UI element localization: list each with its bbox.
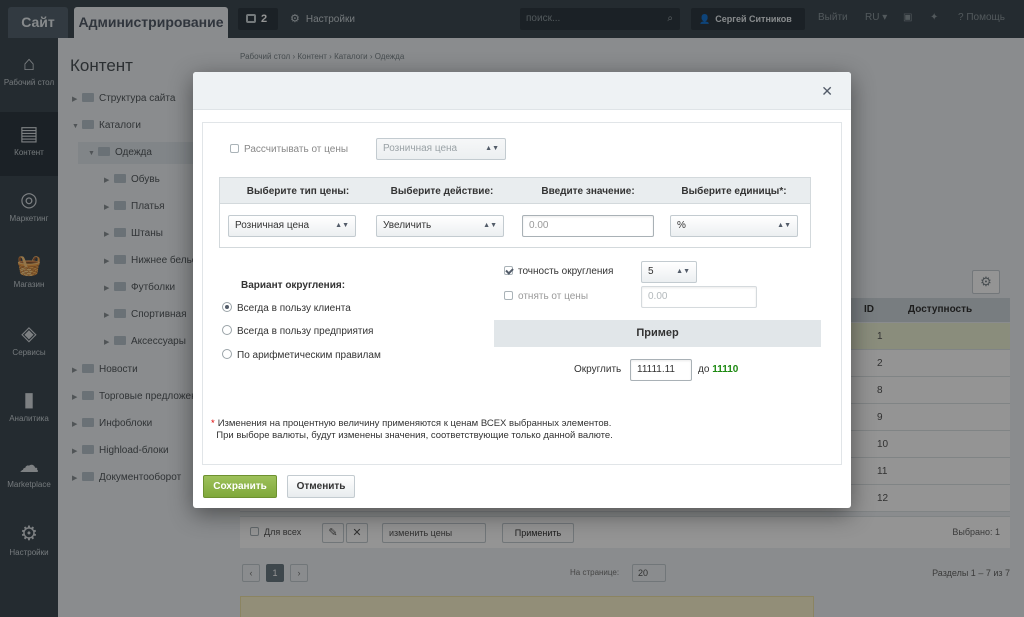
save-button[interactable]: Сохранить (203, 475, 277, 498)
calc-from-price-checkbox[interactable]: Рассчитывать от цены (230, 144, 348, 155)
calc-from-price-select[interactable]: Розничная цена ▲▼ (376, 138, 506, 160)
calc-from-price-value: Розничная цена (383, 143, 458, 154)
note-line-2: При выборе валюты, будут изменены значен… (216, 430, 613, 441)
header-price-type: Выберите тип цены: (246, 186, 350, 197)
rounding-title: Вариант округления: (241, 280, 346, 291)
value-input[interactable]: 0.00 (522, 215, 654, 237)
round-label: Округлить (574, 364, 622, 375)
units-value: % (677, 220, 686, 231)
precision-checkbox[interactable]: точность округления (504, 266, 613, 277)
header-units: Выберите единицы*: (681, 186, 787, 197)
radio-icon (222, 349, 232, 359)
radio-label: Всегда в пользу предприятия (237, 326, 374, 337)
checkbox-icon (230, 144, 239, 153)
header-value: Введите значение: (541, 186, 635, 197)
radio-label: По арифметическим правилам (237, 350, 381, 361)
radio-round-arithmetic[interactable]: По арифметическим правилам (222, 349, 381, 361)
subtract-input[interactable]: 0.00 (641, 286, 757, 308)
close-icon[interactable]: ✕ (821, 83, 833, 100)
checkbox-checked-icon (504, 266, 513, 275)
grid-header: Выберите тип цены: Выберите действие: Вв… (220, 178, 810, 204)
precision-value: 5 (648, 266, 654, 277)
dialog-header: ✕ (193, 72, 851, 110)
action-select[interactable]: Увеличить ▲▼ (376, 215, 504, 237)
example-header: Пример (494, 320, 821, 347)
radio-icon (222, 325, 232, 335)
updown-icon: ▲▼ (485, 145, 499, 152)
price-type-select[interactable]: Розничная цена ▲▼ (228, 215, 356, 237)
subtract-checkbox[interactable]: отнять от цены (504, 291, 588, 302)
to-label: до 11110 (698, 364, 739, 375)
radio-round-client[interactable]: Всегда в пользу клиента (222, 302, 351, 314)
precision-select[interactable]: 5 ▲▼ (641, 261, 697, 283)
updown-icon: ▲▼ (483, 222, 497, 229)
dialog-body: Рассчитывать от цены Розничная цена ▲▼ Вы… (202, 122, 842, 465)
price-change-grid: Выберите тип цены: Выберите действие: Вв… (219, 177, 811, 248)
round-result: 11110 (712, 364, 739, 375)
cancel-button[interactable]: Отменить (287, 475, 355, 498)
units-select[interactable]: % ▲▼ (670, 215, 798, 237)
calc-from-price-label: Рассчитывать от цены (244, 144, 349, 155)
price-type-value: Розничная цена (235, 220, 310, 231)
radio-checked-icon (222, 302, 232, 312)
radio-round-company[interactable]: Всегда в пользу предприятия (222, 325, 373, 337)
checkbox-icon (504, 291, 513, 300)
precision-label: точность округления (518, 266, 614, 277)
note-line-1: Изменения на процентную величину применя… (217, 418, 612, 429)
updown-icon: ▲▼ (676, 268, 690, 275)
price-change-dialog: ✕ Рассчитывать от цены Розничная цена ▲▼ … (193, 72, 851, 508)
header-action: Выберите действие: (390, 186, 494, 197)
note-text: * Изменения на процентную величину примен… (211, 418, 613, 441)
updown-icon: ▲▼ (335, 222, 349, 229)
subtract-label: отнять от цены (518, 291, 589, 302)
radio-label: Всегда в пользу клиента (237, 303, 351, 314)
action-value: Увеличить (383, 220, 432, 231)
round-input[interactable]: 11111.11 (630, 359, 692, 381)
updown-icon: ▲▼ (777, 222, 791, 229)
